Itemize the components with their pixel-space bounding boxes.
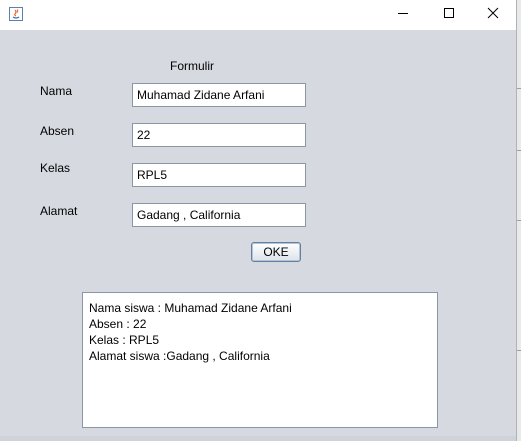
output-line-nama: Nama siswa : Muhamad Zidane Arfani — [89, 301, 292, 315]
close-button[interactable] — [470, 0, 516, 30]
background-divider — [517, 150, 521, 151]
minimize-icon — [397, 6, 409, 24]
maximize-button[interactable] — [426, 0, 472, 30]
kelas-field[interactable] — [132, 163, 306, 187]
form-title: Formulir — [170, 59, 214, 73]
background-divider — [517, 220, 521, 221]
window-bottom-edge — [0, 436, 516, 441]
output-line-kelas: Kelas : RPL5 — [89, 333, 160, 347]
nama-label: Nama — [40, 84, 73, 98]
output-line-absen: Absen : 22 — [89, 317, 147, 331]
output-line-alamat: Alamat siswa :Gadang , California — [89, 349, 270, 363]
maximize-icon — [443, 6, 455, 24]
oke-button[interactable]: OKE — [251, 242, 301, 262]
nama-field[interactable] — [132, 83, 306, 107]
alamat-label: Alamat — [40, 204, 78, 218]
title-bar[interactable] — [0, 0, 516, 30]
app-window: Formulir Nama Absen Kelas Alamat OKE Nam… — [0, 0, 517, 441]
absen-label: Absen — [40, 124, 75, 138]
alamat-field[interactable] — [132, 203, 306, 227]
absen-field[interactable] — [132, 123, 306, 147]
output-textarea[interactable]: Nama siswa : Muhamad Zidane Arfani Absen… — [82, 292, 438, 428]
background-divider — [517, 88, 521, 89]
minimize-button[interactable] — [380, 0, 426, 30]
java-app-icon — [8, 6, 24, 22]
kelas-label: Kelas — [40, 161, 71, 175]
background-divider — [517, 350, 521, 351]
close-icon — [487, 6, 499, 24]
